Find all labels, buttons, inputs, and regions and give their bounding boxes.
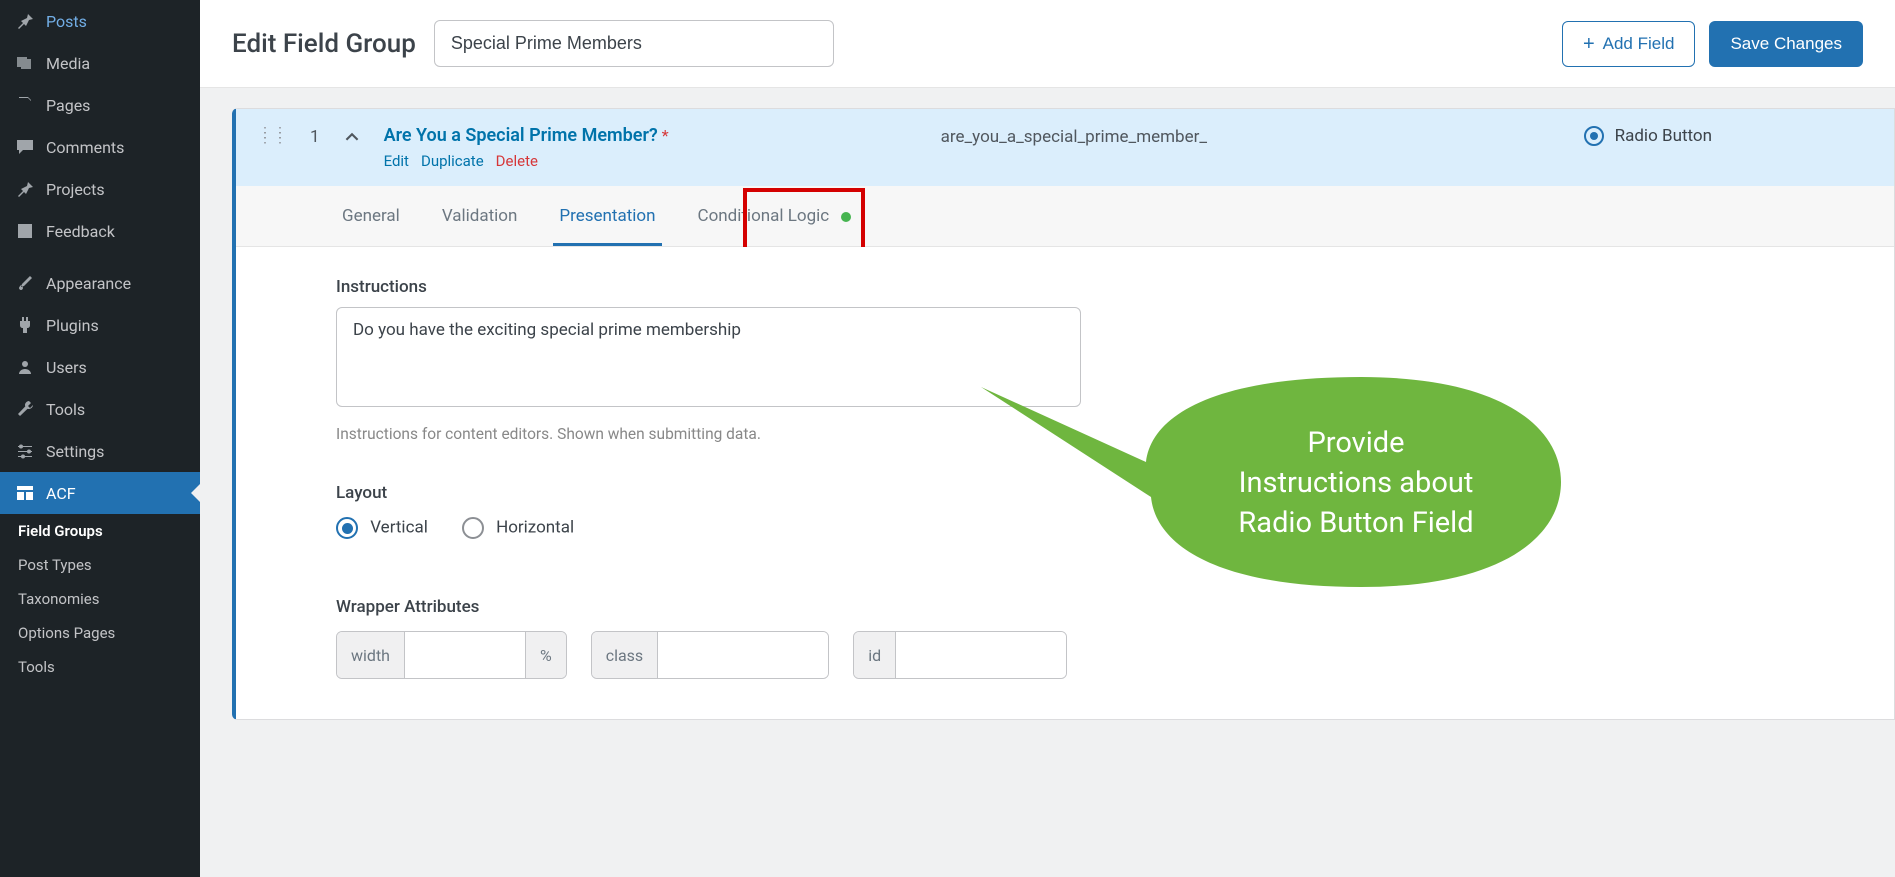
comment-icon — [14, 136, 36, 158]
page-title: Edit Field Group — [232, 29, 416, 59]
sliders-icon — [14, 440, 36, 462]
sidebar-label: Feedback — [46, 222, 115, 241]
sidebar-item-acf[interactable]: ACF — [0, 472, 200, 514]
submenu-taxonomies[interactable]: Taxonomies — [0, 582, 200, 616]
sidebar-label: Comments — [46, 138, 124, 157]
sidebar-item-settings[interactable]: Settings — [0, 430, 200, 472]
plug-icon — [14, 314, 36, 336]
wrapper-id-label: id — [854, 632, 896, 678]
pin-icon — [14, 178, 36, 200]
wrapper-width-unit: % — [525, 632, 566, 678]
sidebar-item-tools[interactable]: Tools — [0, 388, 200, 430]
delete-link[interactable]: Delete — [496, 152, 538, 170]
presentation-panel: Instructions Do you have the exciting sp… — [236, 247, 1894, 719]
submenu-tools[interactable]: Tools — [0, 650, 200, 684]
field-number: 1 — [310, 125, 320, 147]
sidebar-item-users[interactable]: Users — [0, 346, 200, 388]
media-icon — [14, 52, 36, 74]
admin-sidebar: Posts Media Pages Comments Projects Feed… — [0, 0, 200, 877]
tab-validation[interactable]: Validation — [436, 186, 524, 246]
instructions-label: Instructions — [336, 277, 1794, 297]
layout-horizontal-option[interactable]: Horizontal — [462, 517, 574, 539]
sidebar-label: Tools — [46, 400, 85, 419]
required-asterisk: * — [662, 126, 669, 145]
main: Edit Field Group + Add Field Save Change… — [200, 0, 1895, 877]
sidebar-item-posts[interactable]: Posts — [0, 0, 200, 42]
submenu-options-pages[interactable]: Options Pages — [0, 616, 200, 650]
submenu-post-types[interactable]: Post Types — [0, 548, 200, 582]
group-title-input[interactable] — [434, 20, 834, 67]
tab-presentation[interactable]: Presentation — [553, 186, 661, 246]
radio-unchecked-icon — [462, 517, 484, 539]
radio-type-icon — [1583, 125, 1605, 147]
submenu-field-groups[interactable]: Field Groups — [0, 514, 200, 548]
save-button[interactable]: Save Changes — [1709, 21, 1863, 67]
duplicate-link[interactable]: Duplicate — [421, 152, 484, 170]
sidebar-label: Pages — [46, 96, 90, 115]
wrapper-width-label: width — [337, 632, 405, 678]
edit-link[interactable]: Edit — [384, 152, 409, 170]
layout-horizontal-label: Horizontal — [496, 517, 574, 537]
tab-conditional[interactable]: Conditional Logic — [692, 186, 858, 246]
wrapper-class-label: class — [592, 632, 658, 678]
wrapper-width-input[interactable] — [405, 632, 525, 678]
sidebar-label: Media — [46, 54, 90, 73]
layout-icon — [14, 482, 36, 504]
wrench-icon — [14, 398, 36, 420]
save-label: Save Changes — [1730, 34, 1842, 54]
sidebar-label: Settings — [46, 442, 104, 461]
tab-general[interactable]: General — [336, 186, 406, 246]
wrapper-class-input[interactable] — [658, 632, 828, 678]
form-icon — [14, 220, 36, 242]
instructions-textarea[interactable]: Do you have the exciting special prime m… — [336, 307, 1081, 407]
sidebar-item-projects[interactable]: Projects — [0, 168, 200, 210]
layout-vertical-label: Vertical — [370, 517, 428, 537]
sidebar-label: Users — [46, 358, 87, 377]
topbar: Edit Field Group + Add Field Save Change… — [200, 0, 1895, 88]
sidebar-item-comments[interactable]: Comments — [0, 126, 200, 168]
field-type: Radio Button — [1583, 125, 1872, 147]
sidebar-label: Projects — [46, 180, 105, 199]
active-dot-icon — [841, 212, 851, 222]
field-header: ⋮⋮⋮⋮ 1 Are You a Special Prime Member? *… — [236, 109, 1894, 186]
field-slug: are_you_a_special_prime_member_ — [941, 125, 1561, 147]
plus-icon: + — [1583, 34, 1595, 54]
wrapper-width-group: width % — [336, 631, 567, 679]
sidebar-label: Plugins — [46, 316, 99, 335]
radio-checked-icon — [336, 517, 358, 539]
add-field-button[interactable]: + Add Field — [1562, 21, 1696, 67]
sidebar-item-media[interactable]: Media — [0, 42, 200, 84]
tab-conditional-label: Conditional Logic — [698, 206, 830, 226]
callout-line1: Provide — [1308, 426, 1405, 460]
brush-icon — [14, 272, 36, 294]
sidebar-item-plugins[interactable]: Plugins — [0, 304, 200, 346]
collapse-icon[interactable] — [342, 125, 362, 145]
sidebar-item-feedback[interactable]: Feedback — [0, 210, 200, 252]
annotation-callout: Provide Instructions about Radio Button … — [981, 387, 1561, 627]
sidebar-item-appearance[interactable]: Appearance — [0, 262, 200, 304]
wrapper-class-group: class — [591, 631, 829, 679]
sidebar-label: Appearance — [46, 274, 131, 293]
tabs: General Validation Presentation Conditio… — [236, 186, 1894, 247]
field-type-label: Radio Button — [1615, 126, 1712, 146]
add-field-label: Add Field — [1603, 34, 1675, 54]
field-title[interactable]: Are You a Special Prime Member? — [384, 125, 658, 146]
pin-icon — [14, 10, 36, 32]
sidebar-item-pages[interactable]: Pages — [0, 84, 200, 126]
sidebar-label: ACF — [46, 484, 76, 503]
field-card: ⋮⋮⋮⋮ 1 Are You a Special Prime Member? *… — [232, 108, 1895, 720]
drag-handle-icon[interactable]: ⋮⋮⋮⋮ — [258, 125, 288, 141]
callout-line2: Instructions about — [1239, 466, 1474, 500]
sidebar-label: Posts — [46, 12, 87, 31]
content: ⋮⋮⋮⋮ 1 Are You a Special Prime Member? *… — [200, 88, 1895, 877]
callout-line3: Radio Button Field — [1238, 506, 1473, 540]
page-icon — [14, 94, 36, 116]
layout-vertical-option[interactable]: Vertical — [336, 517, 428, 539]
user-icon — [14, 356, 36, 378]
